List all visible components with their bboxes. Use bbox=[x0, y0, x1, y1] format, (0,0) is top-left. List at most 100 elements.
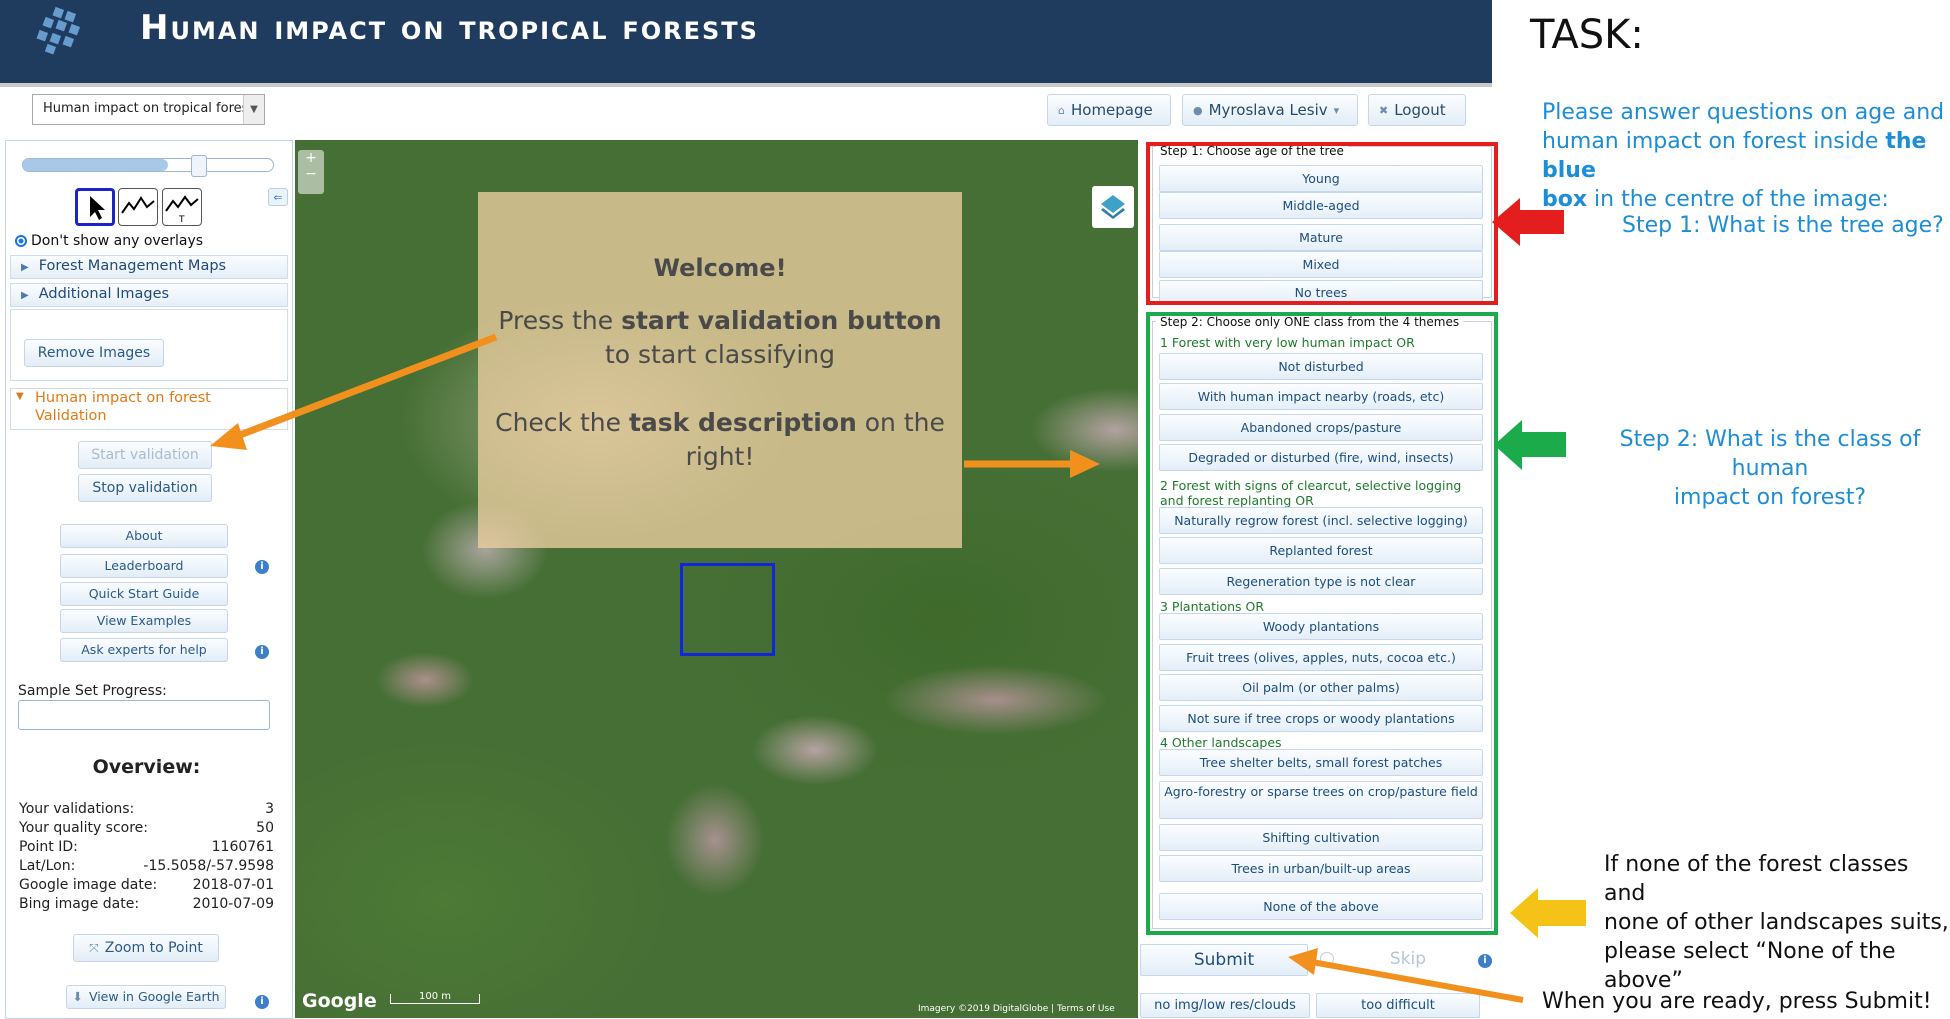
home-icon: ⌂ bbox=[1058, 103, 1065, 117]
close-icon: ✖ bbox=[1379, 103, 1389, 117]
globe-logo-icon bbox=[36, 6, 81, 55]
select-tool-button[interactable] bbox=[75, 188, 115, 226]
view-google-earth-button[interactable]: ⬇ View in Google Earth bbox=[66, 985, 226, 1009]
start-validation-button[interactable]: Start validation bbox=[78, 441, 212, 469]
skip-button[interactable]: Skip bbox=[1342, 944, 1474, 976]
homepage-label: Homepage bbox=[1070, 101, 1153, 119]
info-icon[interactable]: i bbox=[1478, 954, 1492, 968]
zoom-in-icon[interactable]: + bbox=[298, 150, 324, 166]
zoom-to-point-button[interactable]: ⤧ Zoom to Point bbox=[73, 934, 219, 962]
line-chart-icon bbox=[121, 196, 155, 214]
welcome-dialog: Welcome! Press the start validation butt… bbox=[478, 192, 962, 548]
map-zoom-control[interactable]: + − bbox=[298, 150, 324, 194]
step1-highlight-box bbox=[1146, 142, 1498, 305]
accordion-label: Additional Images bbox=[38, 286, 170, 302]
collapse-panel-icon[interactable]: ⇐ bbox=[268, 188, 288, 206]
stat-label: Point ID: bbox=[19, 839, 78, 855]
user-name: Myroslava Lesiv bbox=[1208, 101, 1328, 119]
stat-value: 2018-07-01 bbox=[192, 877, 274, 893]
logout-label: Logout bbox=[1394, 101, 1446, 119]
project-select-value: Human impact on tropical forest bbox=[43, 101, 254, 116]
task-intro-text: Please answer questions on age and bbox=[1542, 100, 1945, 125]
remove-images-button[interactable]: Remove Images bbox=[24, 339, 164, 367]
welcome-text: Check the task description on the right! bbox=[478, 406, 962, 474]
slider-handle[interactable] bbox=[191, 155, 207, 177]
layers-icon bbox=[1101, 195, 1125, 219]
task-step2-text: Step 2: What is the class of human bbox=[1619, 427, 1921, 481]
task-none-text: If none of the forest classes and bbox=[1604, 852, 1909, 906]
ask-experts-button[interactable]: Ask experts for help bbox=[60, 638, 228, 662]
chevron-down-icon: ▾ bbox=[1333, 103, 1340, 117]
welcome-text-part: right! bbox=[685, 442, 755, 471]
stat-label: Lat/Lon: bbox=[19, 858, 76, 874]
timeseries-tool-button[interactable]: T bbox=[162, 188, 202, 226]
user-menu-button[interactable]: ● Myroslava Lesiv ▾ bbox=[1182, 94, 1358, 126]
welcome-title: Welcome! bbox=[653, 254, 787, 282]
triangle-down-icon: ▼ bbox=[16, 391, 24, 402]
stat-label: Google image date: bbox=[19, 877, 158, 893]
triangle-right-icon: ▶ bbox=[21, 262, 29, 273]
user-icon: ● bbox=[1193, 103, 1203, 117]
accordion-label: Forest Management Maps bbox=[38, 258, 227, 274]
accordion-additional-images[interactable]: ▶ Additional Images bbox=[10, 283, 288, 307]
triangle-right-icon: ▶ bbox=[21, 290, 29, 301]
opacity-slider[interactable] bbox=[22, 155, 274, 177]
validation-section-title: Human impact on forest Validation bbox=[35, 390, 211, 424]
info-icon[interactable]: i bbox=[255, 560, 269, 574]
layers-button[interactable] bbox=[1092, 186, 1134, 228]
project-select[interactable]: Human impact on tropical forest ▼ bbox=[32, 94, 265, 125]
accordion-forest-maps[interactable]: ▶ Forest Management Maps bbox=[10, 255, 288, 279]
quick-start-button[interactable]: Quick Start Guide bbox=[60, 582, 228, 606]
homepage-button[interactable]: ⌂ Homepage bbox=[1047, 94, 1171, 126]
line-chart-t-icon: T bbox=[165, 195, 199, 225]
zoom-to-point-label: Zoom to Point bbox=[104, 940, 203, 956]
scale-bar: 100 m bbox=[390, 992, 480, 1004]
stat-label: Your quality score: bbox=[19, 820, 149, 836]
task-none-text: none of other landscapes suits, bbox=[1604, 910, 1949, 935]
step2-highlight-box bbox=[1146, 312, 1498, 935]
task-submit-hint: When you are ready, press Submit! bbox=[1542, 989, 1932, 1014]
stop-validation-button[interactable]: Stop validation bbox=[78, 474, 212, 502]
info-icon[interactable]: i bbox=[255, 645, 269, 659]
submit-button[interactable]: Submit bbox=[1140, 944, 1308, 976]
welcome-text-part: Press the bbox=[498, 306, 622, 335]
about-button[interactable]: About bbox=[60, 524, 228, 548]
progress-bar bbox=[18, 700, 270, 730]
welcome-text-part: Check the bbox=[495, 408, 629, 437]
task-none-hint: If none of the forest classes and none o… bbox=[1604, 850, 1950, 995]
chevron-down-icon: ▼ bbox=[243, 95, 264, 124]
stat-value: 2010-07-09 bbox=[192, 896, 274, 912]
no-image-button[interactable]: no img/low res/clouds bbox=[1140, 993, 1310, 1018]
overlay-radio[interactable]: Don't show any overlays bbox=[15, 233, 203, 249]
progress-label: Sample Set Progress: bbox=[18, 683, 167, 699]
download-icon: ⬇ bbox=[72, 989, 83, 1004]
task-title: TASK: bbox=[1530, 12, 1644, 58]
yellow-arrow-icon bbox=[1510, 888, 1586, 938]
help-icon bbox=[1320, 952, 1334, 966]
too-difficult-button[interactable]: too difficult bbox=[1316, 993, 1480, 1018]
stat-label: Your validations: bbox=[19, 801, 135, 817]
logout-button[interactable]: ✖ Logout bbox=[1368, 94, 1466, 126]
task-step1: Step 1: What is the tree age? bbox=[1622, 213, 1944, 238]
stat-value: 50 bbox=[256, 820, 274, 836]
task-step2-text: impact on forest? bbox=[1673, 485, 1867, 510]
task-intro: Please answer questions on age and human… bbox=[1542, 98, 1950, 214]
map-attribution[interactable]: Imagery ©2019 DigitalGlobe | Terms of Us… bbox=[918, 1004, 1115, 1014]
stat-value: -15.5058/-57.9598 bbox=[143, 858, 274, 874]
zoom-out-icon[interactable]: − bbox=[298, 166, 324, 182]
profile-tool-button[interactable] bbox=[118, 188, 158, 226]
stat-value: 3 bbox=[265, 801, 274, 817]
pointer-icon bbox=[90, 196, 105, 220]
expand-icon: ⤧ bbox=[89, 941, 99, 955]
leaderboard-button[interactable]: Leaderboard bbox=[60, 554, 228, 578]
sample-blue-box bbox=[680, 563, 775, 656]
welcome-text: Press the start validation button to sta… bbox=[478, 304, 962, 372]
view-examples-button[interactable]: View Examples bbox=[60, 609, 228, 633]
slider-fill bbox=[23, 159, 168, 171]
stat-value: 1160761 bbox=[211, 839, 274, 855]
info-icon[interactable]: i bbox=[255, 995, 269, 1009]
svg-text:T: T bbox=[178, 215, 185, 225]
google-logo: Google bbox=[302, 990, 377, 1012]
task-intro-text: in the centre of the image: bbox=[1587, 187, 1889, 212]
welcome-text-bold: task description bbox=[628, 408, 857, 437]
